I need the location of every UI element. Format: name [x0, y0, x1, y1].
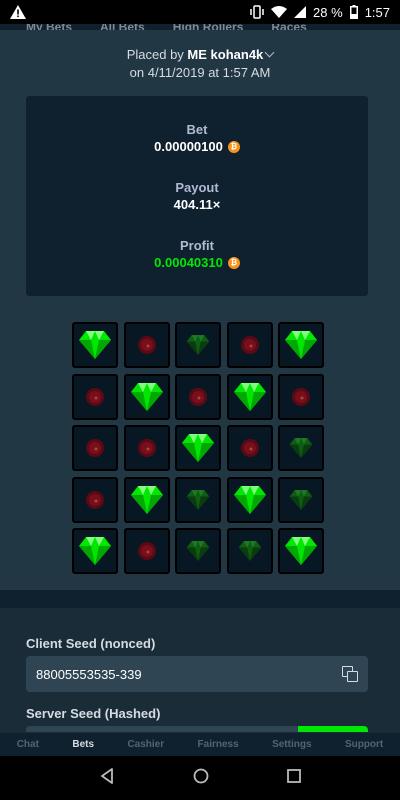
client-seed-value: 88005553535-339	[36, 666, 142, 682]
client-seed-label: Client Seed (nonced)	[26, 636, 156, 651]
bet-details-modal: Placed by ME kohan4k on 4/11/2019 at 1:5…	[0, 30, 400, 590]
mine-tile	[123, 322, 170, 368]
mine-tile	[72, 476, 118, 523]
mine-tile	[72, 425, 118, 471]
gem-unrevealed-icon	[186, 488, 210, 512]
mine-tile	[278, 425, 324, 471]
wifi-icon	[271, 6, 288, 18]
mine-tile	[123, 373, 170, 420]
mine-icon	[137, 438, 157, 458]
mine-icon	[240, 335, 260, 355]
mine-icon	[291, 387, 311, 407]
mine-icon	[137, 541, 157, 561]
gem-icon	[78, 328, 112, 362]
gem-icon	[284, 534, 318, 568]
profit-label: Profit	[180, 238, 214, 253]
placed-date: on 4/11/2019 at 1:57 AM	[129, 65, 271, 80]
profit-stat: Profit 0.00040310 ₿	[26, 238, 368, 272]
mine-tile	[123, 425, 170, 471]
mine-tile	[175, 373, 221, 420]
mine-tile	[175, 322, 221, 368]
nav-cashier[interactable]: Cashier	[127, 739, 164, 750]
gem-unrevealed-icon	[238, 539, 262, 563]
mine-icon	[137, 335, 157, 355]
gem-unrevealed-icon	[289, 436, 313, 460]
mine-icon	[240, 438, 260, 458]
bottom-nav: Chat Bets Cashier Fairness Settings Supp…	[0, 732, 400, 756]
gem-icon	[181, 431, 215, 465]
mine-icon	[85, 438, 105, 458]
bitcoin-icon: ₿	[227, 141, 240, 153]
battery-icon	[349, 5, 358, 19]
vibrate-icon	[250, 5, 264, 19]
mine-tile	[226, 476, 273, 523]
bet-stats-panel: Bet 0.00000100 ₿ Payout 404.11× Profit 0.…	[26, 96, 368, 296]
mine-tile	[123, 476, 170, 523]
mine-tile	[226, 373, 273, 420]
user-badge: ME	[187, 47, 207, 62]
mine-tile	[226, 425, 273, 471]
android-nav-bar	[0, 756, 400, 800]
bet-amount: 0.00000100	[154, 139, 223, 154]
gem-unrevealed-icon	[289, 488, 313, 512]
mine-icon	[85, 387, 105, 407]
mine-tile	[175, 528, 221, 574]
gem-icon	[233, 380, 267, 414]
nav-fairness[interactable]: Fairness	[198, 739, 239, 750]
profit-amount: 0.00040310	[154, 255, 223, 270]
battery-percentage: 28 %	[313, 4, 343, 20]
nav-settings[interactable]: Settings	[272, 739, 311, 750]
mine-tile	[175, 425, 221, 471]
mine-tile	[175, 476, 221, 523]
status-bar: 28 % 1:57	[0, 0, 400, 24]
bet-stat: Bet 0.00000100 ₿	[26, 122, 368, 156]
gem-icon	[284, 328, 318, 362]
mine-tile	[278, 476, 324, 523]
gem-icon	[130, 380, 164, 414]
mine-tile	[72, 373, 118, 420]
app-background: My Bets All Bets High Rollers Races Plac…	[0, 24, 400, 756]
username-link[interactable]: kohan4k	[211, 47, 264, 62]
home-icon[interactable]	[193, 768, 209, 789]
payout-multiplier: 404.11×	[173, 197, 221, 212]
clock: 1:57	[364, 4, 390, 20]
cell-signal-icon	[294, 6, 307, 18]
mine-tile	[278, 373, 324, 420]
chevron-down-icon[interactable]	[264, 47, 275, 58]
warning-icon	[10, 5, 26, 19]
placed-by: Placed by ME kohan4k on 4/11/2019 at 1:5…	[0, 46, 400, 82]
mine-tile	[226, 528, 273, 574]
mine-icon	[85, 490, 105, 510]
mine-tile	[226, 322, 273, 368]
mine-tile	[72, 322, 118, 368]
mine-tile	[123, 528, 170, 574]
payout-label: Payout	[175, 180, 219, 195]
gem-icon	[233, 483, 267, 517]
nav-support[interactable]: Support	[345, 739, 383, 750]
nav-chat[interactable]: Chat	[17, 739, 39, 750]
gem-unrevealed-icon	[186, 333, 210, 357]
recents-icon[interactable]	[287, 768, 301, 788]
bitcoin-icon: ₿	[227, 257, 240, 269]
bet-label: Bet	[186, 122, 208, 137]
gem-icon	[78, 534, 112, 568]
nav-bets[interactable]: Bets	[72, 739, 94, 750]
mine-tile	[72, 528, 118, 574]
mine-icon	[188, 387, 208, 407]
mines-grid	[72, 322, 324, 574]
payout-stat: Payout 404.11×	[26, 180, 368, 214]
mine-tile	[278, 528, 324, 574]
back-icon[interactable]	[99, 767, 115, 789]
client-seed-field[interactable]: 88005553535-339	[26, 656, 368, 692]
gem-icon	[130, 483, 164, 517]
server-seed-label: Server Seed (Hashed)	[26, 706, 161, 721]
mine-tile	[278, 322, 324, 368]
placed-by-prefix: Placed by	[126, 47, 184, 62]
copy-icon[interactable]	[342, 666, 358, 682]
gem-unrevealed-icon	[186, 539, 210, 563]
